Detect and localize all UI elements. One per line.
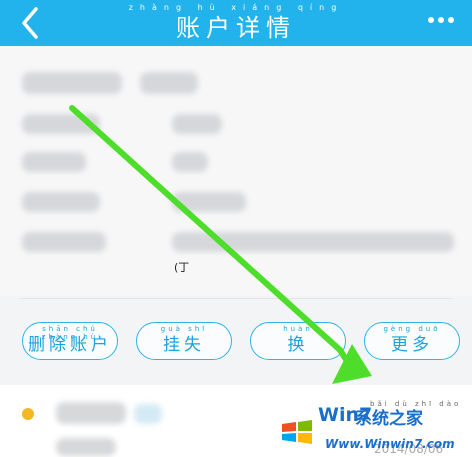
field-label-blurred <box>22 114 100 134</box>
button-pinyin: guà shī <box>160 325 208 333</box>
header-bar: zhàng hù xiáng qíng 账户详情 <box>0 0 472 46</box>
button-pinyin: gèng duō <box>383 325 441 333</box>
replace-card-button[interactable]: huàn 换 <box>250 322 346 360</box>
delete-account-button[interactable]: shān chú zhàng hù 删除账户 <box>22 322 118 360</box>
button-label: 换 <box>287 335 309 355</box>
header-title-group: zhàng hù xiáng qíng 账户详情 <box>0 0 472 43</box>
field-label-blurred <box>22 192 100 212</box>
field-value-blurred <box>172 232 454 252</box>
record-sub-blurred <box>56 438 116 456</box>
status-dot <box>22 408 34 420</box>
button-pinyin: shān chú zhàng hù <box>41 325 99 341</box>
divider <box>20 298 452 299</box>
record-tag-blurred <box>134 404 162 424</box>
field-value-blurred <box>172 114 222 134</box>
button-pinyin: huàn <box>283 325 313 333</box>
button-label: 删除账户 <box>28 335 112 355</box>
more-button[interactable]: gèng duō 更多 <box>364 322 460 360</box>
record-name-blurred <box>56 402 126 424</box>
field-label-blurred <box>22 232 106 252</box>
field-label-blurred <box>22 152 86 172</box>
title-pinyin: zhàng hù xiáng qíng <box>128 3 344 12</box>
watermark-text-b: 系统之家 <box>355 409 423 429</box>
field-value-blurred <box>172 192 246 212</box>
page-title: 账户详情 <box>176 14 296 42</box>
field-value-blurred <box>172 152 208 172</box>
report-loss-button[interactable]: guà shī 挂失 <box>136 322 232 360</box>
visible-text-fragment: (丁 <box>174 261 190 274</box>
account-name-blurred <box>22 72 122 94</box>
more-icon[interactable] <box>426 10 456 30</box>
button-label: 挂失 <box>163 335 205 355</box>
watermark-url: Www.Winwin7.com <box>325 437 455 451</box>
account-type-blurred <box>140 72 198 94</box>
button-label: 更多 <box>391 335 433 355</box>
